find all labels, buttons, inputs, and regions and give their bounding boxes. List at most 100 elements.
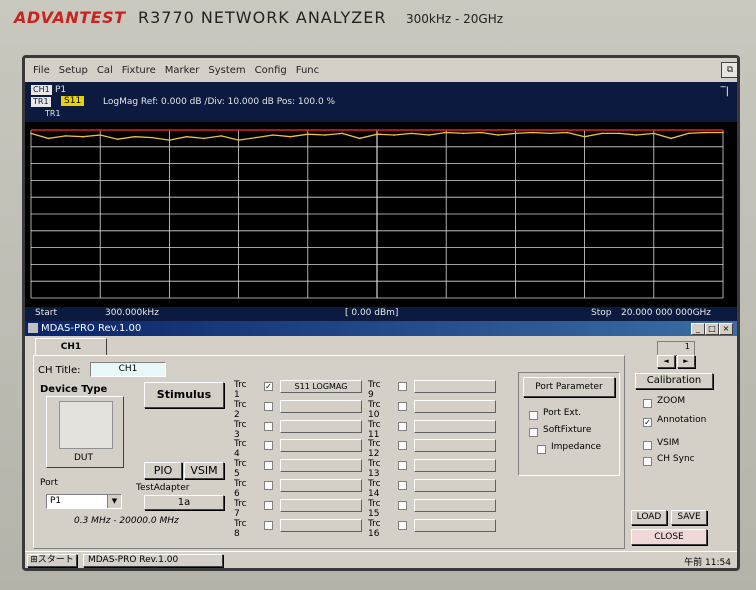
impedance-label: Impedance xyxy=(551,442,602,452)
vsim-checkbox[interactable] xyxy=(643,441,652,450)
menu-config[interactable]: Config xyxy=(255,65,287,76)
trace-checkbox[interactable] xyxy=(398,461,407,471)
trace-checkbox[interactable] xyxy=(264,441,273,451)
trace-assign-button[interactable] xyxy=(414,419,496,433)
trace-checkbox[interactable] xyxy=(398,500,407,510)
restore-window-icon[interactable]: ⧉ xyxy=(721,62,737,78)
trace-point xyxy=(116,138,119,141)
maximize-icon[interactable]: □ xyxy=(705,323,719,335)
menu-cal[interactable]: Cal xyxy=(97,65,113,76)
trace-checkbox[interactable] xyxy=(264,401,273,411)
trace-point xyxy=(289,135,292,138)
trace-point xyxy=(722,131,724,134)
trace-label: Trc 8 xyxy=(234,518,247,539)
menu-file[interactable]: File xyxy=(33,65,50,76)
trace-checkbox[interactable] xyxy=(398,520,407,530)
trace-point xyxy=(393,134,396,136)
close-button[interactable]: CLOSE xyxy=(631,529,707,545)
spin-right-icon[interactable]: ► xyxy=(677,355,695,368)
menu-system[interactable]: System xyxy=(208,65,245,76)
trace-checkbox[interactable] xyxy=(398,441,407,451)
trace-point xyxy=(514,132,517,135)
tab-ch1[interactable]: CH1 xyxy=(35,338,107,355)
port-ext-checkbox[interactable] xyxy=(529,411,538,420)
trace-point xyxy=(255,136,257,139)
impedance-checkbox[interactable] xyxy=(537,445,546,454)
trace-checkbox[interactable] xyxy=(264,481,273,490)
trace-assign-button[interactable] xyxy=(414,380,496,393)
trace-assign-button[interactable] xyxy=(280,518,362,532)
trace-assign-button[interactable] xyxy=(414,498,496,512)
ch-title-input[interactable]: CH1 xyxy=(90,362,166,377)
trace-checkbox[interactable] xyxy=(264,421,273,431)
softfixture-checkbox[interactable] xyxy=(529,428,538,437)
trace-checkbox[interactable] xyxy=(264,461,273,471)
trace-checkbox[interactable] xyxy=(398,401,407,411)
ch-sync-checkbox[interactable] xyxy=(643,457,652,466)
spin-left-icon[interactable]: ◄ xyxy=(657,355,675,368)
start-button[interactable]: ⊞スタート xyxy=(27,554,77,567)
port-parameter-button[interactable]: Port Parameter xyxy=(523,377,615,397)
trace-checkbox[interactable] xyxy=(264,500,273,510)
port-ext-label: Port Ext. xyxy=(543,408,582,418)
menu-fixture[interactable]: Fixture xyxy=(122,65,156,76)
dut-image xyxy=(59,401,113,449)
save-button[interactable]: SAVE xyxy=(671,510,707,525)
menu-marker[interactable]: Marker xyxy=(165,65,200,76)
minimize-icon[interactable]: _ xyxy=(691,323,705,335)
trace-assign-button[interactable] xyxy=(414,479,496,492)
close-icon[interactable]: × xyxy=(719,323,733,335)
channel-tag: CH1 xyxy=(31,85,52,95)
windows-logo-icon: ⊞ xyxy=(30,555,38,565)
trace-label: Trc 14 xyxy=(368,479,381,499)
menu-func[interactable]: Func xyxy=(296,65,319,76)
device-type-box[interactable]: DUT xyxy=(46,396,124,468)
port-select[interactable]: P1 ▼ xyxy=(46,494,122,509)
dialog-title: MDAS-PRO Rev.1.00 xyxy=(41,323,142,334)
trace-assign-button[interactable] xyxy=(414,518,496,532)
frequency-range-label: 300kHz - 20GHz xyxy=(406,12,504,26)
annotation-label: Annotation xyxy=(657,415,707,425)
scroll-marker-icon: ‾| xyxy=(720,86,729,97)
sweep-range-bar: Start 300.000kHz [ 0.00 dBm] Stop 20.000… xyxy=(25,307,737,321)
trace-assign-button[interactable]: S11 LOGMAG xyxy=(280,380,362,393)
trace-checkbox[interactable] xyxy=(398,481,407,490)
trace-assign-button[interactable] xyxy=(414,459,496,473)
trace-assign-button[interactable] xyxy=(414,439,496,453)
trace-assign-button[interactable] xyxy=(280,459,362,473)
trace-checkbox[interactable] xyxy=(264,520,273,530)
trace-point xyxy=(531,131,534,134)
zoom-checkbox[interactable] xyxy=(643,399,652,408)
trace-point xyxy=(30,132,32,135)
trace-assign-button[interactable] xyxy=(280,479,362,492)
trace-assign-button[interactable] xyxy=(414,399,496,413)
annotation-checkbox[interactable]: ✓ xyxy=(643,418,652,427)
trace-label: Trc 16 xyxy=(368,518,381,539)
sparam-tag: S11 xyxy=(61,96,85,106)
chevron-down-icon[interactable]: ▼ xyxy=(107,495,121,508)
trace-checkbox[interactable] xyxy=(398,421,407,431)
trace-checkbox[interactable]: ✓ xyxy=(264,382,273,391)
trace-assign-button[interactable] xyxy=(280,399,362,413)
taskbar-task-mdas[interactable]: MDAS-PRO Rev.1.00 xyxy=(83,554,223,567)
vsim-button[interactable]: VSIM xyxy=(184,462,224,479)
trace-point xyxy=(410,132,413,135)
load-button[interactable]: LOAD xyxy=(631,510,667,525)
trace-label: Trc 13 xyxy=(368,459,381,480)
trace-assign-button[interactable] xyxy=(280,419,362,433)
test-adapter-button[interactable]: 1a xyxy=(144,495,224,510)
spin-box[interactable]: 1 xyxy=(657,341,695,356)
trace-point xyxy=(133,135,136,138)
brand-logo: ADVANTEST xyxy=(14,8,126,27)
trace-assign-button[interactable] xyxy=(280,439,362,453)
trace-point xyxy=(635,134,638,136)
trace-point xyxy=(462,132,465,135)
trace-assign-button[interactable] xyxy=(280,498,362,512)
pio-button[interactable]: PIO xyxy=(144,462,182,479)
trace-checkbox[interactable] xyxy=(398,382,407,391)
trace-point xyxy=(151,136,153,139)
stimulus-button[interactable]: Stimulus xyxy=(144,382,224,408)
menu-setup[interactable]: Setup xyxy=(59,65,88,76)
calibration-button[interactable]: Calibration xyxy=(635,373,713,389)
trace-label: Trc 7 xyxy=(234,498,247,519)
